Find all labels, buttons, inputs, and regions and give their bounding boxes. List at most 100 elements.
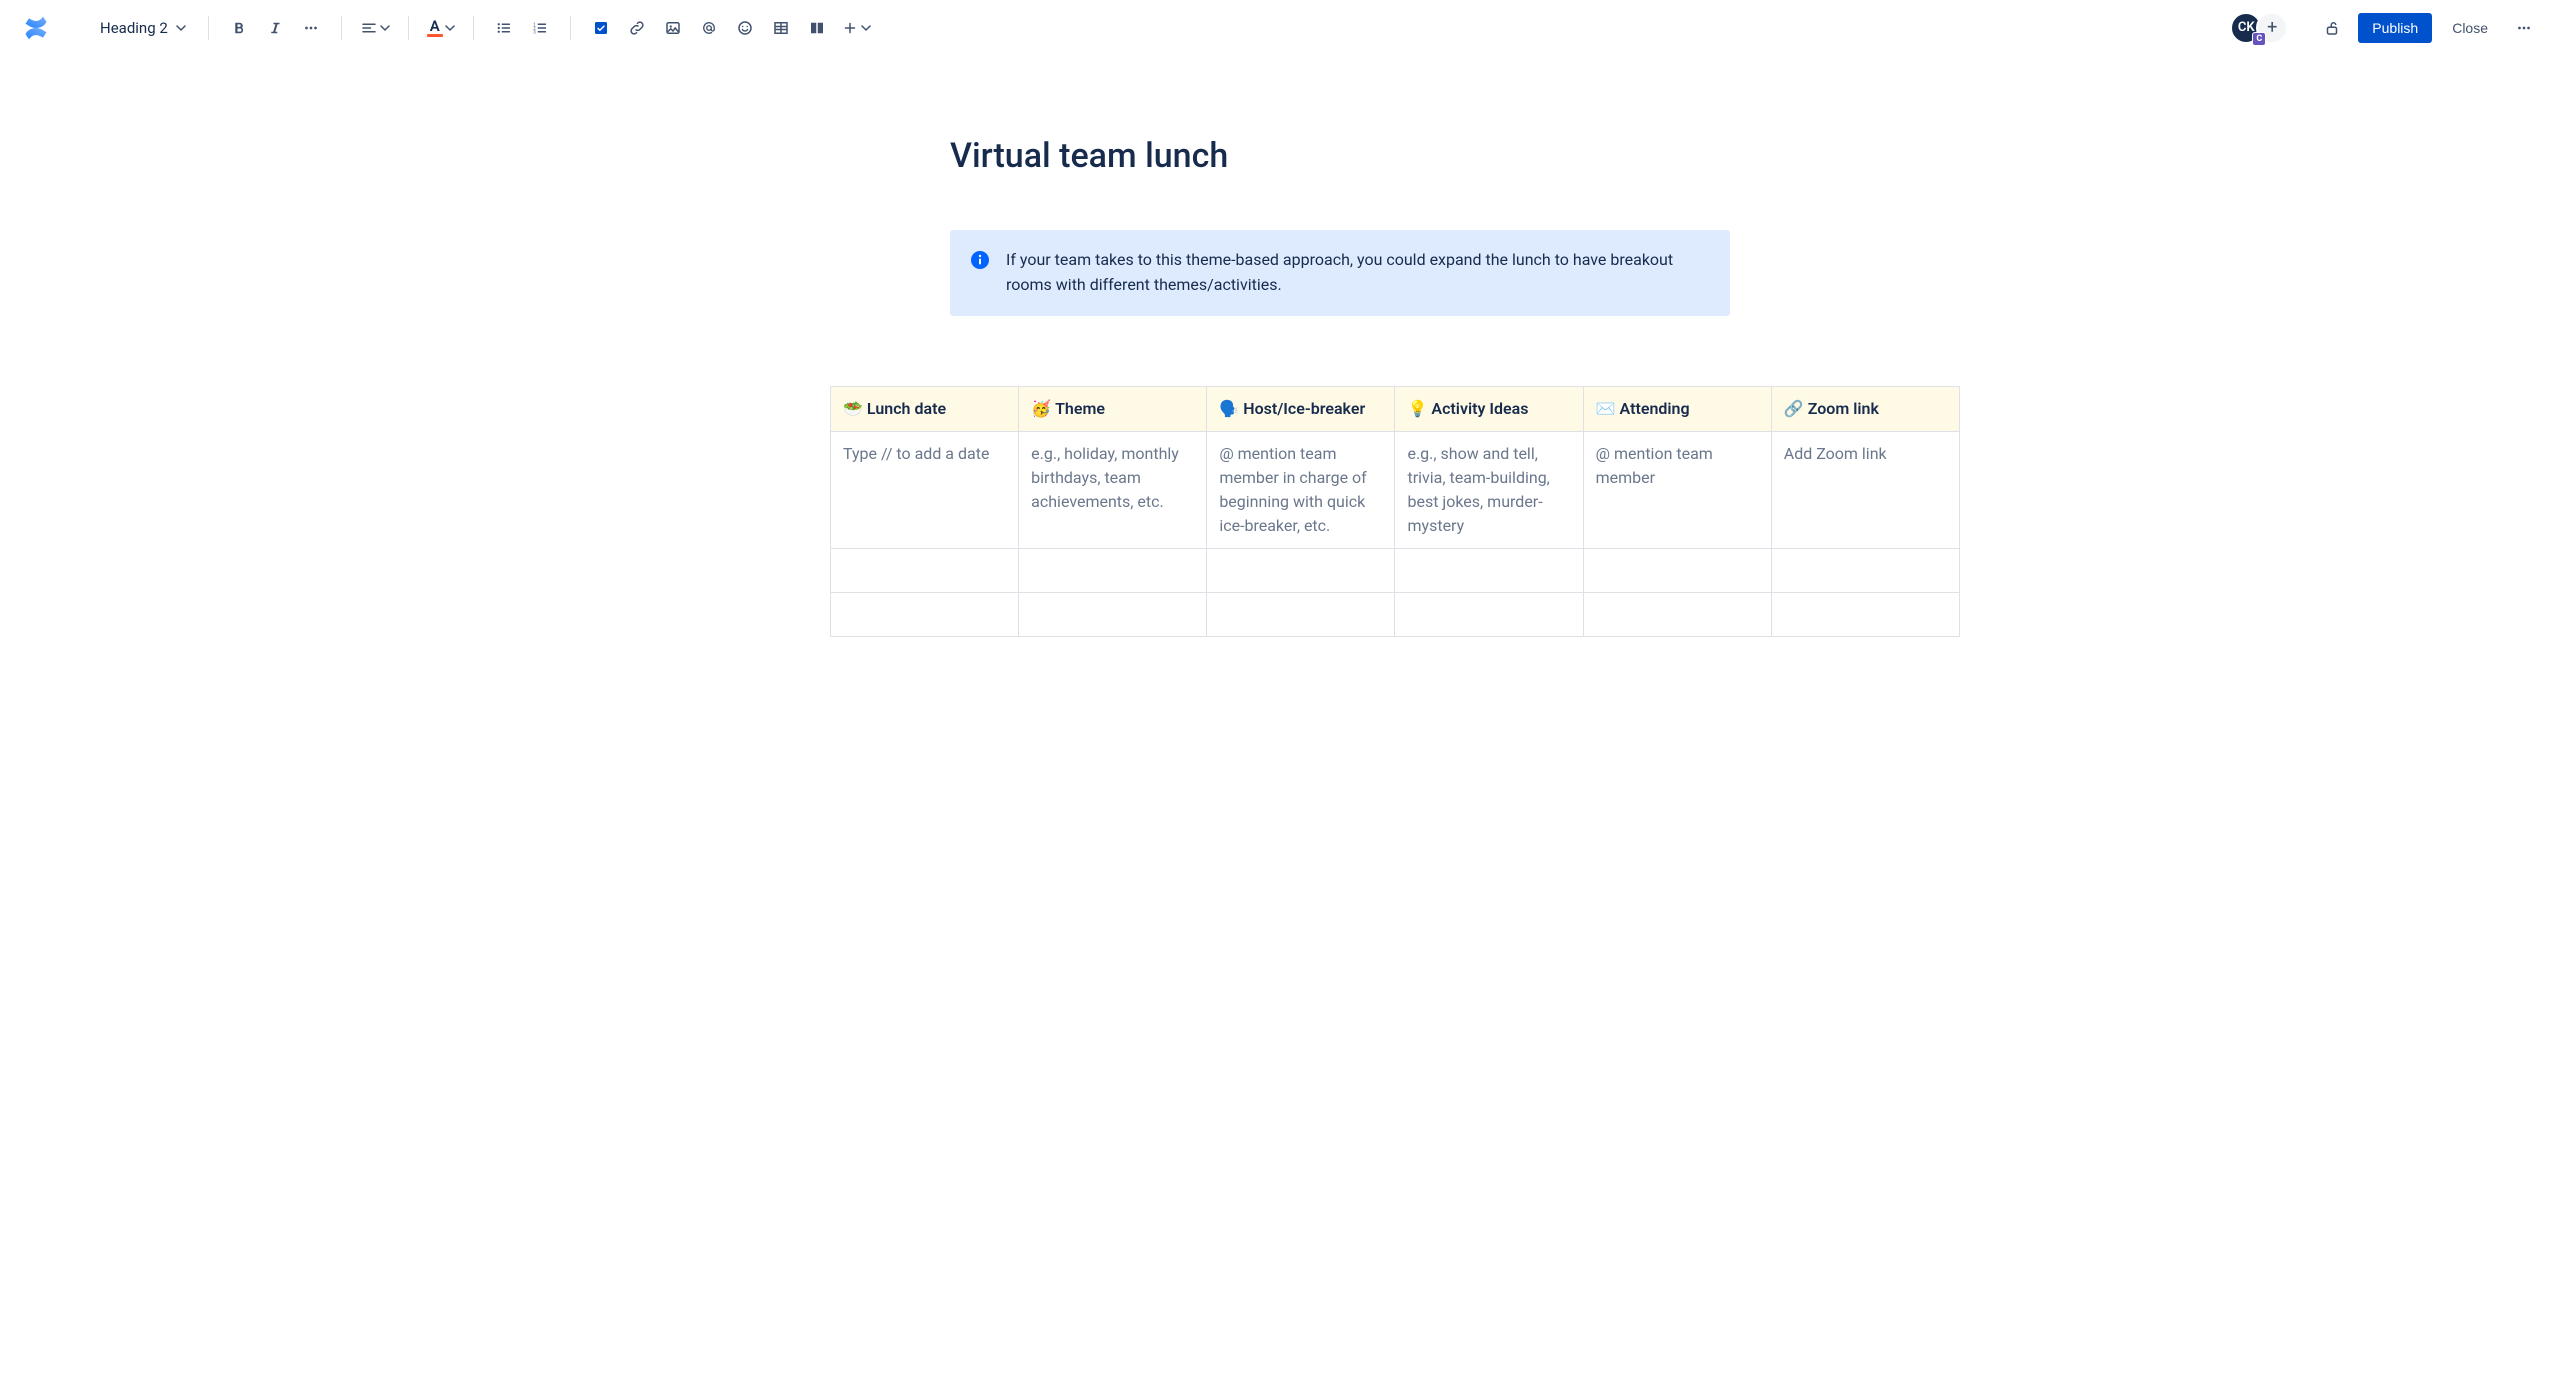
link-button[interactable] — [621, 12, 653, 44]
table-cell[interactable]: @ mention team member in charge of begin… — [1207, 431, 1395, 548]
numbered-list-icon: 123 — [531, 19, 549, 37]
table-header[interactable]: ✉️Attending — [1583, 386, 1771, 431]
toolbar-divider — [473, 16, 474, 40]
header-label: Zoom link — [1808, 399, 1879, 418]
mention-button[interactable] — [693, 12, 725, 44]
svg-text:3: 3 — [533, 29, 536, 35]
toolbar-right: CK C + Publish Close — [2230, 12, 2540, 44]
emoji-icon — [736, 19, 754, 37]
header-label: Theme — [1055, 399, 1105, 418]
text-style-dropdown[interactable]: Heading 2 — [92, 15, 194, 41]
table-row — [831, 592, 1960, 636]
table-cell[interactable] — [1771, 592, 1959, 636]
speaking-icon: 🗣️ — [1219, 399, 1239, 418]
table-cell[interactable] — [1771, 548, 1959, 592]
plus-icon — [841, 19, 859, 37]
table-cell[interactable]: Add Zoom link — [1771, 431, 1959, 548]
at-icon — [700, 19, 718, 37]
publish-button[interactable]: Publish — [2358, 13, 2432, 43]
table-header[interactable]: 🥳Theme — [1019, 386, 1207, 431]
image-icon — [664, 19, 682, 37]
link-icon — [628, 19, 646, 37]
info-panel[interactable]: If your team takes to this theme-based a… — [950, 230, 1730, 316]
layouts-icon — [808, 19, 826, 37]
toolbar-divider — [570, 16, 571, 40]
table-icon — [772, 19, 790, 37]
editor-toolbar: Heading 2 A — [0, 0, 2560, 56]
more-actions-button[interactable] — [2508, 12, 2540, 44]
party-icon: 🥳 — [1031, 399, 1051, 418]
table-header[interactable]: 🔗Zoom link — [1771, 386, 1959, 431]
text-style-label: Heading 2 — [100, 19, 168, 37]
italic-icon — [266, 19, 284, 37]
bulb-icon: 💡 — [1407, 399, 1427, 418]
restrictions-button[interactable] — [2316, 12, 2348, 44]
unlock-icon — [2323, 19, 2341, 37]
salad-icon: 🥗 — [843, 399, 863, 418]
lunch-table[interactable]: 🥗Lunch date 🥳Theme 🗣️Host/Ice-breaker 💡A… — [830, 386, 1960, 637]
table-cell[interactable] — [1395, 548, 1583, 592]
chevron-down-icon — [380, 23, 390, 33]
table-cell[interactable]: Type // to add a date — [831, 431, 1019, 548]
text-color-icon: A — [427, 19, 443, 37]
envelope-icon: ✉️ — [1596, 399, 1616, 418]
table-header[interactable]: 🥗Lunch date — [831, 386, 1019, 431]
insert-dropdown[interactable] — [837, 12, 875, 44]
table-cell[interactable]: @ mention team member — [1583, 431, 1771, 548]
bold-icon — [230, 19, 248, 37]
table-cell[interactable] — [1019, 548, 1207, 592]
header-label: Attending — [1620, 399, 1690, 418]
table-cell[interactable] — [831, 548, 1019, 592]
numbered-list-button[interactable]: 123 — [524, 12, 556, 44]
more-formatting-button[interactable] — [295, 12, 327, 44]
chevron-down-icon — [861, 23, 871, 33]
close-button[interactable]: Close — [2442, 13, 2498, 43]
table-row — [831, 548, 1960, 592]
checkbox-icon — [592, 19, 610, 37]
bullet-list-button[interactable] — [488, 12, 520, 44]
header-label: Host/Ice-breaker — [1243, 399, 1365, 418]
table-header[interactable]: 🗣️Host/Ice-breaker — [1207, 386, 1395, 431]
header-label: Activity Ideas — [1431, 399, 1528, 418]
page-title[interactable]: Virtual team lunch — [830, 136, 1730, 176]
table-header[interactable]: 💡Activity Ideas — [1395, 386, 1583, 431]
table-cell[interactable] — [1395, 592, 1583, 636]
bold-button[interactable] — [223, 12, 255, 44]
image-button[interactable] — [657, 12, 689, 44]
italic-button[interactable] — [259, 12, 291, 44]
layouts-button[interactable] — [801, 12, 833, 44]
text-color-dropdown[interactable]: A — [423, 12, 459, 44]
chevron-down-icon — [176, 23, 186, 33]
table-cell[interactable] — [831, 592, 1019, 636]
table-cell[interactable] — [1207, 592, 1395, 636]
align-left-icon — [360, 19, 378, 37]
avatar-badge: C — [2252, 32, 2266, 46]
more-horizontal-icon — [302, 19, 320, 37]
action-item-button[interactable] — [585, 12, 617, 44]
document: Virtual team lunch If your team takes to… — [830, 56, 1730, 637]
table-row: Type // to add a date e.g., holiday, mon… — [831, 431, 1960, 548]
toolbar-divider — [341, 16, 342, 40]
chevron-down-icon — [445, 23, 455, 33]
confluence-logo[interactable] — [20, 12, 52, 44]
emoji-button[interactable] — [729, 12, 761, 44]
table-container: 🥗Lunch date 🥳Theme 🗣️Host/Ice-breaker 💡A… — [830, 386, 1960, 637]
toolbar-divider — [208, 16, 209, 40]
table-cell[interactable] — [1207, 548, 1395, 592]
header-label: Lunch date — [867, 399, 946, 418]
table-cell[interactable]: e.g., holiday, monthly birthdays, team a… — [1019, 431, 1207, 548]
table-button[interactable] — [765, 12, 797, 44]
table-cell[interactable]: e.g., show and tell, trivia, team-buildi… — [1395, 431, 1583, 548]
link-emoji-icon: 🔗 — [1784, 399, 1804, 418]
info-icon — [970, 250, 990, 270]
info-panel-text[interactable]: If your team takes to this theme-based a… — [1006, 248, 1710, 298]
table-header-row: 🥗Lunch date 🥳Theme 🗣️Host/Ice-breaker 💡A… — [831, 386, 1960, 431]
toolbar-left: Heading 2 A — [20, 12, 2230, 44]
table-cell[interactable] — [1583, 592, 1771, 636]
table-cell[interactable] — [1019, 592, 1207, 636]
bullet-list-icon — [495, 19, 513, 37]
presence-avatars: CK C + — [2230, 12, 2288, 44]
table-cell[interactable] — [1583, 548, 1771, 592]
more-horizontal-icon — [2515, 19, 2533, 37]
alignment-dropdown[interactable] — [356, 12, 394, 44]
